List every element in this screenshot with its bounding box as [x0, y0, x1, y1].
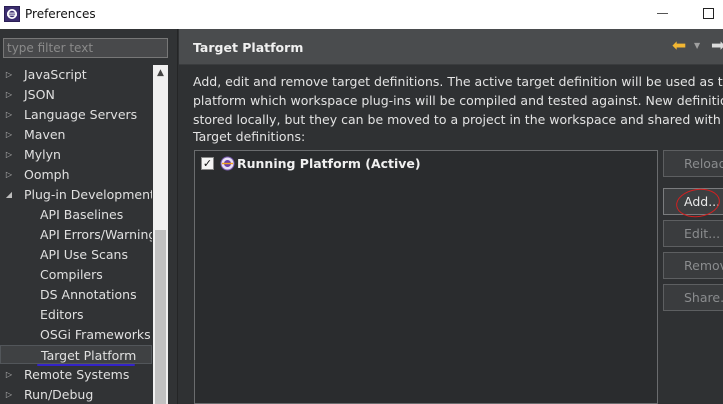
tree-item[interactable]: ▷ JavaScript: [0, 65, 152, 84]
description-line: stored locally, but they can be moved to…: [193, 112, 723, 127]
scroll-thumb[interactable]: [155, 230, 166, 404]
tree-item-label: Remote Systems: [24, 367, 130, 382]
description-line: platform which workspace plug-ins will b…: [193, 93, 723, 108]
tree-item-label: Editors: [40, 307, 84, 322]
eclipse-icon: [4, 6, 20, 22]
preferences-navigation: ▷JavaScript▷JSON▷Language Servers▷Maven▷…: [0, 29, 178, 404]
scroll-up-icon[interactable]: ▲: [153, 65, 168, 82]
collapsed-arrow-icon[interactable]: ▷: [3, 105, 15, 124]
collapsed-arrow-icon[interactable]: ▷: [3, 165, 15, 184]
title-bar: Preferences: [0, 0, 723, 29]
edit-button[interactable]: Edit...: [663, 220, 723, 247]
tree-item[interactable]: Compilers: [0, 265, 152, 284]
maximize-button[interactable]: [703, 8, 714, 19]
collapsed-arrow-icon[interactable]: ▷: [3, 65, 15, 84]
tree-item[interactable]: ◢ Plug-in Development: [0, 185, 152, 204]
tree-item-label: JavaScript: [24, 67, 87, 82]
filter-input[interactable]: [3, 38, 168, 58]
tree-item-label: Run/Debug: [24, 387, 94, 402]
tree-item-label: API Errors/Warnings: [40, 227, 152, 242]
tree-item-label: Plug-in Development: [24, 187, 152, 202]
tree-item[interactable]: ▷ JSON: [0, 85, 152, 104]
tree-item-label: API Baselines: [40, 207, 124, 222]
collapsed-arrow-icon[interactable]: ▷: [3, 365, 15, 384]
chevron-down-icon[interactable]: ▼: [694, 41, 700, 50]
tree-item[interactable]: API Errors/Warnings: [0, 225, 152, 244]
minimize-button[interactable]: [657, 13, 668, 14]
expanded-arrow-icon[interactable]: ◢: [3, 185, 15, 204]
tree-item-label: Target Platform: [41, 348, 137, 363]
tree-item[interactable]: API Use Scans: [0, 245, 152, 264]
target-definitions-list[interactable]: ✓ Running Platform (Active): [194, 150, 658, 404]
page-description: Add, edit and remove target definitions.…: [193, 72, 723, 129]
forward-arrow-icon[interactable]: ➡: [711, 37, 723, 55]
tree-item[interactable]: ▷ Oomph: [0, 165, 152, 184]
tree-item[interactable]: ▷ Remote Systems: [0, 365, 152, 384]
preference-page: Target Platform ⬅ ▼ ➡ Add, edit and remo…: [179, 29, 723, 404]
remove-button[interactable]: Remove: [663, 252, 723, 279]
tree-item-label: Maven: [24, 127, 66, 142]
tree-item-label: JSON: [24, 87, 55, 102]
list-item[interactable]: ✓ Running Platform (Active): [201, 155, 641, 173]
target-definition-icon: [220, 156, 235, 171]
tree-item[interactable]: API Baselines: [0, 205, 152, 224]
tree-item[interactable]: ▷ Mylyn: [0, 145, 152, 164]
collapsed-arrow-icon[interactable]: ▷: [3, 125, 15, 144]
collapsed-arrow-icon[interactable]: ▷: [3, 385, 15, 404]
target-definitions-label: Target definitions:: [193, 129, 306, 144]
tree-item-label: Compilers: [40, 267, 103, 282]
active-checkbox[interactable]: ✓: [201, 157, 214, 170]
tree-item[interactable]: Editors: [0, 305, 152, 324]
scroll-track[interactable]: [153, 82, 168, 404]
page-title: Target Platform: [193, 40, 304, 55]
definition-label: Running Platform (Active): [237, 156, 421, 171]
tree-item-label: Language Servers: [24, 107, 138, 122]
tree-item-label: DS Annotations: [40, 287, 137, 302]
tree-item[interactable]: DS Annotations: [0, 285, 152, 304]
collapsed-arrow-icon[interactable]: ▷: [3, 145, 15, 164]
tree-item[interactable]: OSGi Frameworks: [0, 325, 152, 344]
description-line: Add, edit and remove target definitions.…: [193, 74, 723, 89]
back-arrow-icon[interactable]: ⬅: [672, 37, 686, 55]
tree-item[interactable]: Target Platform: [0, 345, 152, 366]
collapsed-arrow-icon[interactable]: ▷: [3, 85, 15, 104]
tree-scrollbar[interactable]: ▲: [153, 65, 168, 404]
tree-item[interactable]: ▷ Run/Debug: [0, 385, 152, 404]
tree-item[interactable]: ▷ Language Servers: [0, 105, 152, 124]
preferences-tree: ▷ JavaScript ▷ JSON ▷ Language Servers ▷ Maven ▷…: [0, 65, 152, 404]
window-title: Preferences: [25, 7, 96, 21]
page-header: Target Platform ⬅ ▼ ➡: [179, 29, 723, 65]
share-button[interactable]: Share...: [663, 284, 723, 311]
tree-item-label: API Use Scans: [40, 247, 128, 262]
tree-item-label: Mylyn: [24, 147, 61, 162]
tree-item-label: OSGi Frameworks: [40, 327, 151, 342]
tree-item-label: Oomph: [24, 167, 70, 182]
tree-item[interactable]: ▷ Maven: [0, 125, 152, 144]
reload-button[interactable]: Reload: [663, 150, 723, 177]
